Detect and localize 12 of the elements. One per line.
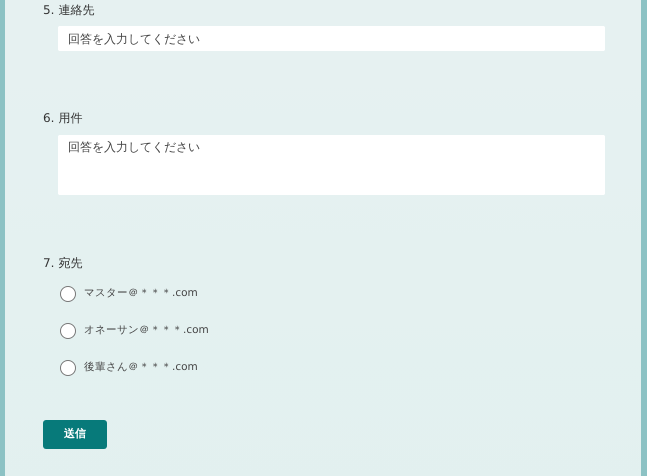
submit-button[interactable]: 送信 xyxy=(43,420,107,449)
option-label: オネーサン＠＊＊＊.com xyxy=(84,323,209,338)
question-label: 5. 連絡先 xyxy=(43,2,94,18)
option-label: 後輩さん＠＊＊＊.com xyxy=(84,360,198,376)
question-label: 6. 用件 xyxy=(43,110,82,126)
answer-input-field[interactable]: 回答を入力してください xyxy=(58,26,605,51)
option-label: マスター＠＊＊＊.com xyxy=(84,286,198,302)
radio-button[interactable] xyxy=(60,323,76,339)
question-label: 7. 宛先 xyxy=(43,255,82,271)
answer-textarea-field[interactable]: 回答を入力してください xyxy=(58,135,605,195)
radio-button[interactable] xyxy=(60,286,76,302)
radio-button[interactable] xyxy=(60,360,76,376)
